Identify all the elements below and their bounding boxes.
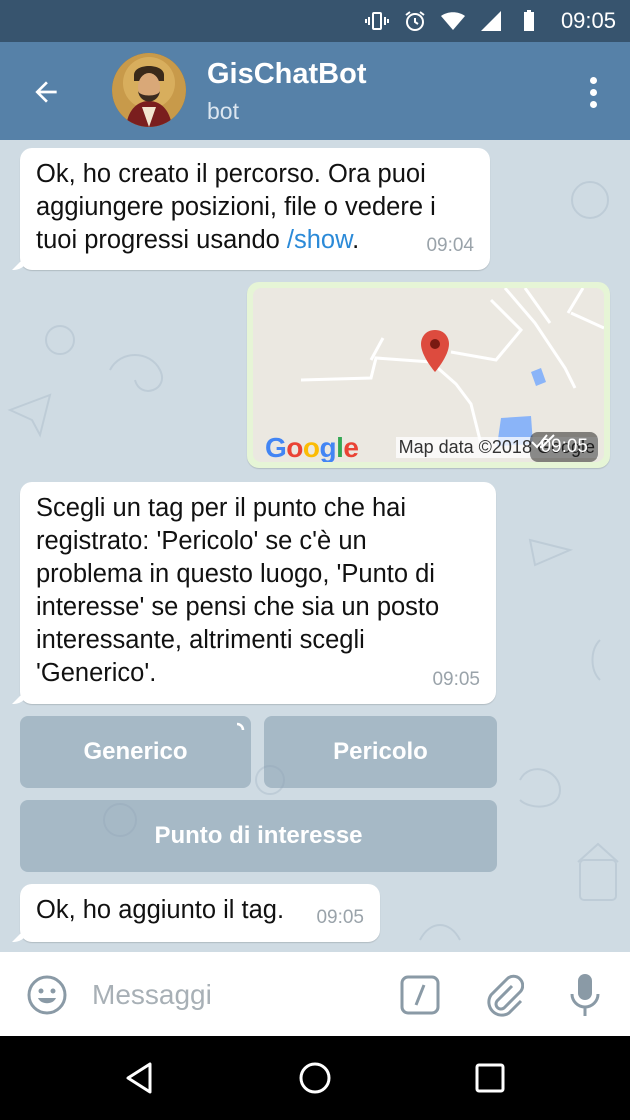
wifi-icon	[440, 12, 465, 30]
message-bubble[interactable]: Scegli un tag per il punto che hai regis…	[20, 482, 496, 704]
signal-icon	[480, 11, 501, 31]
back-button[interactable]	[26, 72, 66, 112]
google-logo: Google	[265, 432, 359, 462]
alarm-icon	[405, 11, 425, 31]
bot-portrait-image	[112, 53, 186, 127]
punto-di-interesse-button[interactable]: Punto di interesse	[20, 800, 497, 872]
more-vert-dot	[589, 88, 597, 96]
generico-label: Generico	[83, 738, 188, 765]
message-text: .	[352, 226, 360, 254]
double-check-icon	[531, 434, 556, 449]
more-vert-dot	[589, 100, 597, 108]
status-bar: 09:05	[0, 0, 630, 42]
back-arrow-icon	[35, 81, 57, 103]
message-text: Ok, ho creato il percorso. Ora puoi aggi…	[36, 160, 436, 254]
system-nav-bar	[0, 1036, 630, 1120]
loading-spinner-icon	[236, 722, 245, 731]
battery-icon	[523, 10, 534, 31]
message-time: 09:05	[432, 669, 480, 690]
more-options-button[interactable]	[578, 74, 608, 110]
message-time-badge: 09:05	[530, 432, 598, 462]
generico-button[interactable]: Generico	[20, 716, 251, 788]
message-bubble[interactable]: Ok, ho creato il percorso. Ora puoi aggi…	[20, 148, 490, 270]
pericolo-button[interactable]: Pericolo	[264, 716, 497, 788]
chat-title: GisChatBot	[207, 58, 367, 90]
more-vert-icon	[589, 76, 597, 84]
message-text: Ok, ho aggiunto il tag.	[36, 896, 285, 924]
vibrate-icon	[364, 12, 389, 30]
message-bubble[interactable]: Ok, ho aggiunto il tag. 09:05	[20, 884, 380, 942]
message-time: 09:05	[316, 907, 364, 928]
nav-home-icon[interactable]	[297, 1060, 333, 1096]
status-time: 09:05	[560, 8, 616, 33]
message-input[interactable]	[92, 974, 372, 1016]
location-message[interactable]: Google Map data ©2018 Google 09:05	[247, 282, 610, 468]
chat-area[interactable]: Ok, ho creato il percorso. Ora puoi aggi…	[0, 140, 630, 952]
nav-recents-icon[interactable]	[472, 1060, 508, 1096]
attach-icon[interactable]	[484, 972, 524, 1018]
message-time: 09:04	[426, 235, 474, 256]
bot-command-icon[interactable]	[399, 974, 441, 1016]
message-text: Scegli un tag per il punto che hai regis…	[36, 494, 440, 687]
chat-subtitle: bot	[207, 98, 239, 124]
emoji-icon[interactable]	[26, 974, 68, 1016]
microphone-icon[interactable]	[568, 972, 602, 1018]
avatar[interactable]	[112, 53, 186, 127]
nav-back-icon[interactable]	[122, 1060, 158, 1096]
chat-header: GisChatBot bot	[0, 42, 630, 140]
map-preview[interactable]: Google Map data ©2018 Google 09:05	[253, 288, 604, 462]
punto-di-interesse-label: Punto di interesse	[154, 822, 363, 849]
show-command-link[interactable]: /show	[287, 226, 352, 254]
pericolo-label: Pericolo	[333, 738, 428, 765]
message-input-bar	[0, 952, 630, 1036]
